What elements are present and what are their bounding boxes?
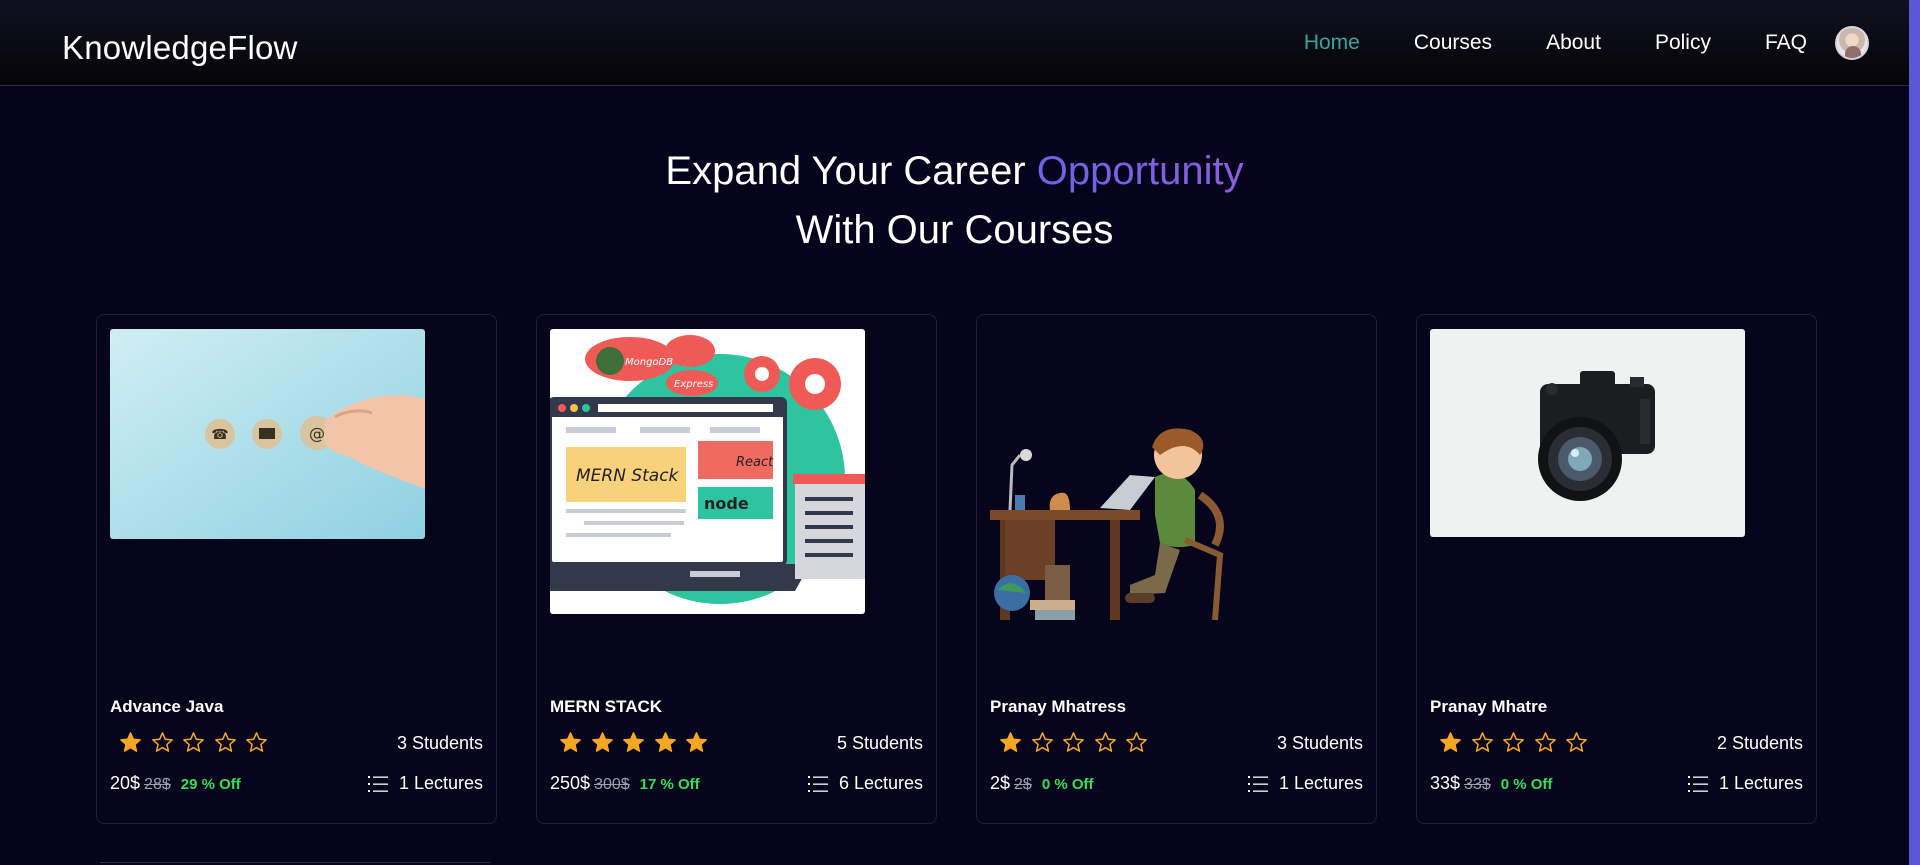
list-icon: [807, 775, 828, 792]
svg-text:MongoDB: MongoDB: [625, 357, 673, 368]
star-filled-icon: [1440, 732, 1461, 752]
old-price: 2$: [1014, 776, 1032, 793]
students-count: 2 Students: [1716, 733, 1803, 753]
star-outline-icon: [1471, 732, 1493, 752]
rating-stars: [559, 731, 717, 754]
course-thumbnail[interactable]: [1430, 329, 1745, 537]
star-outline-icon: [214, 732, 236, 752]
price: 20$: [110, 773, 141, 793]
rating-stars: [119, 731, 277, 754]
hero-line-1: Expand Your Career Opportunity: [0, 142, 1909, 201]
page: KnowledgeFlow Home Courses About Policy …: [0, 0, 1920, 865]
star-filled-icon: [120, 732, 141, 752]
star-filled-icon: [686, 732, 707, 752]
star-outline-icon: [1503, 732, 1524, 752]
lectures-label: 6 Lectures: [838, 773, 923, 793]
course-title[interactable]: MERN STACK: [550, 697, 662, 717]
star-filled-icon: [1000, 732, 1021, 752]
star-outline-icon: [1031, 732, 1053, 752]
lectures-count: 1 Lectures: [367, 773, 483, 794]
star-outline-icon: [1094, 732, 1116, 752]
star-outline-icon: [1566, 732, 1587, 752]
lectures-label: 1 Lectures: [1718, 773, 1803, 793]
course-title[interactable]: Advance Java: [110, 697, 223, 717]
nav-links: Home Courses About Policy FAQ: [1250, 0, 1869, 86]
price-row: 2$ 2$ 0 % Off: [990, 773, 1094, 794]
nav-link-courses[interactable]: Courses: [1414, 31, 1492, 55]
scrollbar[interactable]: [1909, 0, 1920, 865]
hero-prefix: Expand Your Career: [665, 149, 1026, 193]
course-title[interactable]: Pranay Mhatre: [1430, 697, 1547, 717]
svg-text:Express: Express: [674, 379, 713, 390]
star-outline-icon: [1534, 732, 1556, 752]
lectures-count: 1 Lectures: [1247, 773, 1363, 794]
svg-text:node: node: [704, 494, 749, 513]
star-filled-icon: [623, 732, 644, 752]
nav-link-policy[interactable]: Policy: [1655, 31, 1711, 55]
course-thumbnail[interactable]: MongoDB Express MERN Stack React node: [550, 329, 865, 614]
price-row: 250$ 300$ 17 % Off: [550, 773, 700, 794]
hero-heading: Expand Your Career Opportunity With Our …: [0, 142, 1909, 260]
star-outline-icon: [1063, 732, 1084, 752]
svg-text:MERN Stack: MERN Stack: [576, 466, 680, 486]
course-thumbnail[interactable]: [990, 425, 1255, 635]
rating-stars: [999, 731, 1157, 754]
next-row-divider: [100, 862, 490, 863]
star-filled-icon: [560, 732, 581, 752]
students-count: 3 Students: [396, 733, 483, 753]
price-row: 33$ 33$ 0 % Off: [1430, 773, 1552, 794]
star-filled-icon: [654, 732, 676, 752]
price: 33$: [1430, 773, 1461, 793]
discount-badge: 0 % Off: [1041, 776, 1094, 793]
lectures-label: 1 Lectures: [398, 773, 483, 793]
list-icon: [1687, 775, 1708, 792]
course-card[interactable]: MongoDB Express MERN Stack React node ME…: [536, 314, 937, 824]
nav-link-faq[interactable]: FAQ: [1765, 31, 1807, 55]
svg-text:☎: ☎: [211, 427, 228, 443]
course-card[interactable]: Pranay Mhatre 2 Students 33$ 33$ 0 % Off…: [1416, 314, 1817, 824]
hero-line-2: With Our Courses: [795, 208, 1114, 252]
lectures-count: 6 Lectures: [807, 773, 923, 794]
students-count: 5 Students: [836, 733, 923, 753]
star-outline-icon: [151, 732, 173, 752]
nav-link-about[interactable]: About: [1546, 31, 1601, 55]
star-outline-icon: [183, 732, 204, 752]
navbar: KnowledgeFlow Home Courses About Policy …: [0, 0, 1909, 86]
course-thumbnail[interactable]: ☎ @: [110, 329, 425, 539]
discount-badge: 29 % Off: [180, 776, 241, 793]
rating-stars: [1439, 731, 1597, 754]
students-count: 3 Students: [1276, 733, 1363, 753]
star-filled-icon: [591, 732, 613, 752]
svg-text:React: React: [736, 455, 774, 470]
price: 2$: [990, 773, 1011, 793]
nav-link-home[interactable]: Home: [1304, 31, 1360, 55]
course-title[interactable]: Pranay Mhatress: [990, 697, 1126, 717]
course-card[interactable]: Pranay Mhatress 3 Students 2$ 2$ 0 % Off…: [976, 314, 1377, 824]
hero-accent-word: Opportunity: [1036, 149, 1244, 193]
lectures-count: 1 Lectures: [1687, 773, 1803, 794]
price-row: 20$ 28$ 29 % Off: [110, 773, 241, 794]
lectures-label: 1 Lectures: [1278, 773, 1363, 793]
price: 250$: [550, 773, 591, 793]
list-icon: [367, 775, 388, 792]
old-price: 28$: [144, 776, 171, 793]
star-outline-icon: [1126, 732, 1147, 752]
brand-logo[interactable]: KnowledgeFlow: [62, 29, 298, 67]
star-outline-icon: [246, 732, 267, 752]
old-price: 300$: [594, 776, 630, 793]
discount-badge: 0 % Off: [1500, 776, 1553, 793]
old-price: 33$: [1464, 776, 1491, 793]
course-card[interactable]: ☎ @ Advance Java 3 Students 20$ 28$ 29 %…: [96, 314, 497, 824]
discount-badge: 17 % Off: [639, 776, 700, 793]
user-avatar-icon[interactable]: [1835, 26, 1869, 60]
svg-text:@: @: [309, 424, 325, 443]
list-icon: [1247, 775, 1268, 792]
